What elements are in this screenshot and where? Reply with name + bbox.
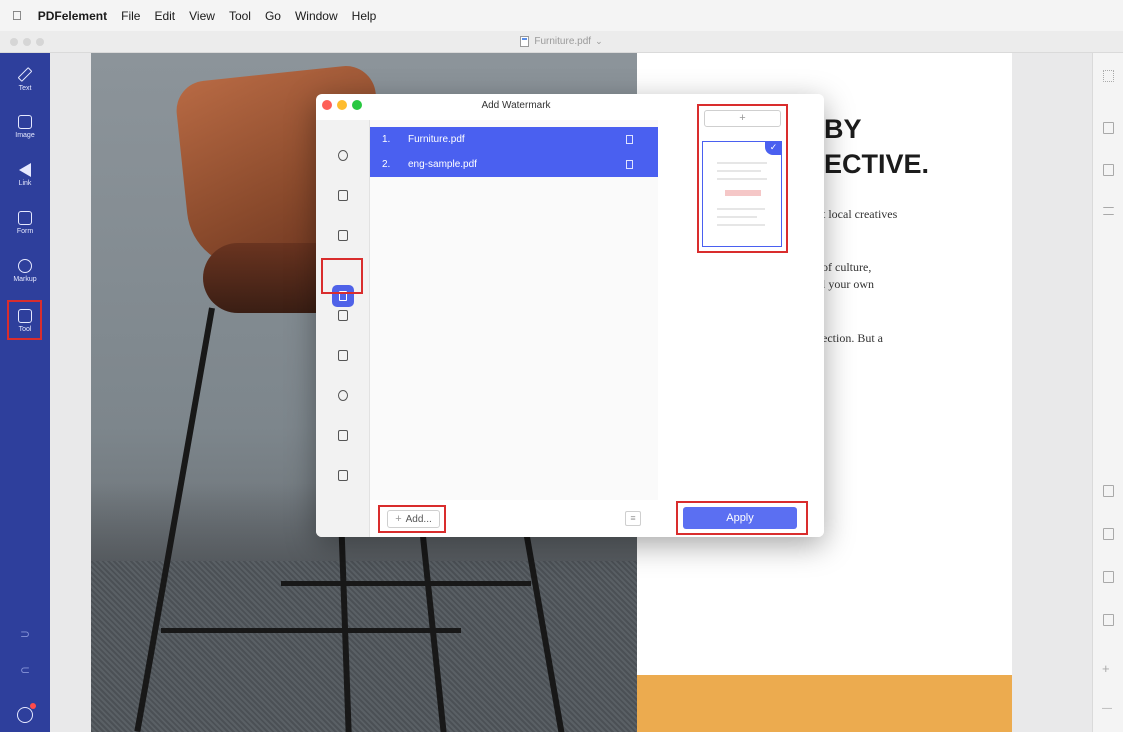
apply-button[interactable]: Apply — [683, 507, 797, 529]
sidebar-item-image[interactable]: Image — [0, 109, 50, 153]
checkmark-icon: ✓ — [765, 141, 782, 155]
form-icon — [18, 211, 32, 225]
sidebar-item-text[interactable]: Text — [0, 61, 50, 105]
sidebar-item-label: Tool — [18, 326, 32, 333]
window-title[interactable]: Furniture.pdf — [534, 36, 591, 47]
minimize-window-button[interactable] — [23, 38, 31, 46]
file-icon — [626, 135, 633, 144]
user-avatar-icon[interactable] — [17, 707, 33, 723]
file-icon — [626, 160, 633, 169]
convert-tool-icon[interactable] — [338, 190, 348, 201]
ocr-tool-icon[interactable] — [338, 150, 348, 161]
menu-edit[interactable]: Edit — [154, 9, 175, 23]
thumbnail-text-line — [717, 162, 767, 164]
background-tool-icon[interactable] — [338, 310, 348, 321]
orange-band — [637, 675, 1012, 732]
thumbnail-text-line — [717, 178, 767, 180]
list-view-button[interactable]: ≡ — [625, 511, 641, 526]
menubar:  PDFelement File Edit View Tool Go Wind… — [0, 0, 1123, 31]
zoom-out-icon[interactable]: — — [1102, 703, 1112, 714]
app-root:  PDFelement File Edit View Tool Go Wind… — [0, 0, 1123, 732]
dialog-title: Add Watermark — [481, 100, 551, 111]
thumbnail-text-line — [717, 224, 765, 226]
encrypt-tool-icon[interactable] — [338, 390, 348, 401]
redo-icon[interactable]: ⊃ — [0, 627, 50, 641]
link-icon — [19, 163, 31, 177]
zoom-window-button[interactable] — [36, 38, 44, 46]
image-icon — [18, 115, 32, 129]
thumbnail-watermark-mark — [725, 190, 761, 196]
file-a-icon[interactable] — [1103, 485, 1114, 497]
watermark-tool-icon[interactable] — [332, 285, 354, 307]
page-headline: ECTIVE. — [824, 149, 930, 179]
page-paragraph: t local creatives — [822, 207, 898, 221]
menu-go[interactable]: Go — [265, 9, 281, 23]
window-controls — [10, 38, 44, 46]
menu-window[interactable]: Window — [295, 9, 338, 23]
list-icon[interactable] — [1103, 207, 1114, 215]
document-icon — [520, 36, 530, 47]
sidebar-item-form[interactable]: Form — [0, 205, 50, 249]
notification-badge — [30, 703, 36, 709]
file-name: eng-sample.pdf — [408, 159, 477, 170]
thumbnail-text-line — [717, 170, 761, 172]
delete-tool-icon[interactable] — [338, 470, 348, 481]
plus-icon: + — [395, 513, 402, 525]
header-footer-tool-icon[interactable] — [338, 350, 348, 361]
close-window-button[interactable] — [10, 38, 18, 46]
sidebar-item-link[interactable]: Link — [0, 157, 50, 201]
print-tool-icon[interactable] — [338, 430, 348, 441]
sidebar-item-label: Image — [15, 132, 35, 139]
menu-help[interactable]: Help — [352, 9, 377, 23]
file-d-icon[interactable] — [1103, 614, 1114, 626]
file-list: 1. Furniture.pdf 2. eng-sample.pdf — [370, 120, 658, 500]
menu-app[interactable]: PDFelement — [38, 9, 107, 23]
data-extraction-tool-icon[interactable] — [338, 230, 348, 241]
file-number: 2. — [382, 159, 391, 170]
sidebar-item-label: Text — [18, 85, 32, 92]
page-icon[interactable] — [1103, 122, 1114, 134]
sidebar-item-tool[interactable]: Tool — [0, 303, 50, 347]
chair-footrest — [281, 581, 531, 586]
sidebar-item-markup[interactable]: Markup — [0, 253, 50, 297]
file-c-icon[interactable] — [1103, 571, 1114, 583]
file-number: 1. — [382, 134, 391, 145]
page-paragraph: ection. But a — [822, 331, 883, 345]
zoom-in-icon[interactable]: + — [1102, 661, 1110, 676]
page-paragraph: of culture, — [822, 260, 872, 274]
chair-footrest — [161, 628, 461, 633]
window-titlebar: Furniture.pdf ⌄ — [0, 31, 1123, 53]
sidebar-item-label: Form — [16, 228, 34, 235]
sidebar-item-label: Link — [18, 180, 32, 187]
menu-file[interactable]: File — [121, 9, 140, 23]
file-b-icon[interactable] — [1103, 528, 1114, 540]
file-name: Furniture.pdf — [408, 134, 465, 145]
left-toolbar: Text Image Link Form Markup Tool ⊃ ⊂ — [0, 53, 50, 732]
apple-menu-icon[interactable]:  — [12, 8, 22, 23]
add-watermark-dialog: Add Watermark 1. Furniture.pdf 2. eng-sa… — [316, 94, 824, 537]
grid-icon[interactable] — [1103, 70, 1114, 82]
right-panel: + — — [1092, 53, 1123, 732]
page-headline: BY — [824, 114, 862, 144]
undo-icon[interactable]: ⊂ — [0, 663, 50, 677]
page-paragraph: l your own — [822, 277, 874, 291]
bookmark-icon[interactable] — [1103, 164, 1114, 176]
add-files-label: Add... — [405, 513, 432, 525]
menu-view[interactable]: View — [189, 9, 215, 23]
sidebar-item-label: Markup — [13, 276, 37, 283]
thumbnail-text-line — [717, 216, 757, 218]
add-files-button[interactable]: + Add... — [387, 510, 440, 528]
markup-icon — [18, 259, 32, 273]
chevron-down-icon[interactable]: ⌄ — [595, 36, 603, 47]
batch-tool-rail — [316, 120, 370, 537]
add-watermark-template-button[interactable]: + — [704, 110, 781, 127]
tool-icon — [18, 309, 32, 323]
file-row[interactable]: 1. Furniture.pdf — [370, 127, 658, 152]
thumbnail-text-line — [717, 208, 765, 210]
pencil-icon — [17, 67, 33, 82]
watermark-template-thumbnail[interactable]: ✓ — [702, 141, 782, 247]
file-row[interactable]: 2. eng-sample.pdf — [370, 152, 658, 177]
menu-tool[interactable]: Tool — [229, 9, 251, 23]
